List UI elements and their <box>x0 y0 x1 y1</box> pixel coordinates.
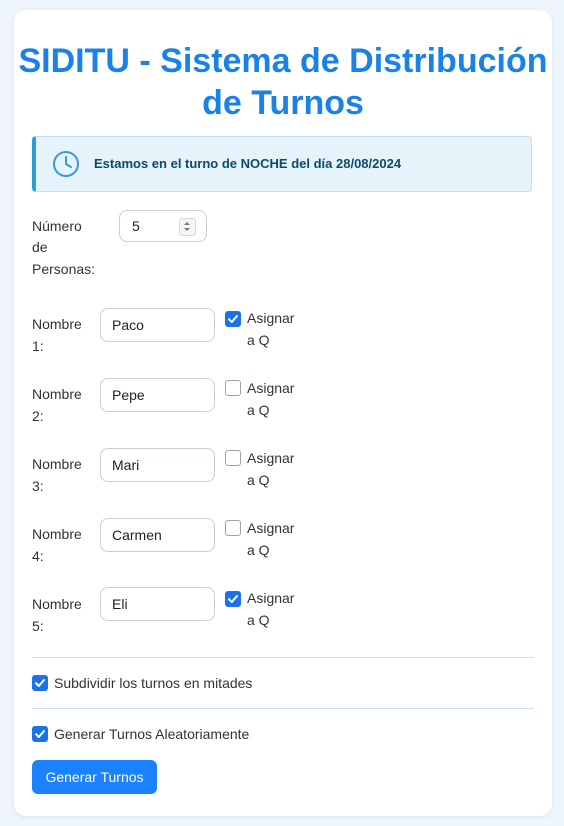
nombre-label-num: 2: <box>32 408 44 424</box>
divider <box>32 708 534 709</box>
nombre-label-num: 5: <box>32 618 44 634</box>
assign-q-label: a Q <box>247 542 270 558</box>
assign-q-label: Asignar <box>247 380 295 396</box>
num-personas-value: 5 <box>132 218 140 234</box>
assign-q-checkbox[interactable] <box>225 520 241 536</box>
checkmark-icon <box>228 595 238 603</box>
assign-q-label: Asignar <box>247 520 295 536</box>
divider <box>32 657 534 658</box>
nombre-value: Carmen <box>112 527 162 543</box>
nombre-label: Nombre <box>32 526 82 542</box>
checkmark-icon <box>35 730 45 738</box>
shift-alert: Estamos en el turno de NOCHE del día 28/… <box>32 136 532 192</box>
aleatorio-label: Generar Turnos Aleatoriamente <box>54 726 250 742</box>
nombre-input[interactable]: Eli <box>100 587 215 621</box>
nombre-input[interactable]: Paco <box>100 308 215 342</box>
assign-q-label: a Q <box>247 402 270 418</box>
nombre-value: Paco <box>112 317 144 333</box>
assign-q-label: Asignar <box>247 310 295 326</box>
assign-q-checkbox[interactable] <box>225 450 241 466</box>
num-personas-label-line: Número <box>32 218 82 234</box>
nombre-value: Eli <box>112 596 128 612</box>
num-personas-label-line: Personas: <box>32 261 96 277</box>
assign-q-label: a Q <box>247 332 270 348</box>
nombre-value: Mari <box>112 457 140 473</box>
aleatorio-checkbox[interactable] <box>32 726 48 742</box>
assign-q-label: Asignar <box>247 590 295 606</box>
nombre-label: Nombre <box>32 316 82 332</box>
page-title: SIDITU - Sistema de Distribución de Turn… <box>18 42 548 122</box>
clock-icon <box>53 151 79 177</box>
nombre-label: Nombre <box>32 456 82 472</box>
nombre-label: Nombre <box>32 596 82 612</box>
nombre-label-num: 1: <box>32 338 44 354</box>
nombre-input[interactable]: Pepe <box>100 378 215 412</box>
nombre-label: Nombre <box>32 386 82 402</box>
subdividir-label: Subdividir los turnos en mitades <box>54 675 253 691</box>
generar-turnos-button[interactable]: Generar Turnos <box>32 760 157 794</box>
assign-q-label: a Q <box>247 472 270 488</box>
subdividir-checkbox[interactable] <box>32 675 48 691</box>
number-spinner[interactable] <box>179 218 196 236</box>
num-personas-input[interactable]: 5 <box>119 210 207 242</box>
assign-q-checkbox[interactable] <box>225 591 241 607</box>
spinner-up-icon[interactable] <box>184 222 190 225</box>
assign-q-checkbox[interactable] <box>225 311 241 327</box>
nombre-input[interactable]: Mari <box>100 448 215 482</box>
nombre-label-num: 3: <box>32 478 44 494</box>
main-card: SIDITU - Sistema de Distribución de Turn… <box>14 10 552 816</box>
nombre-value: Pepe <box>112 387 145 403</box>
nombre-input[interactable]: Carmen <box>100 518 215 552</box>
spinner-down-icon[interactable] <box>184 228 190 231</box>
assign-q-checkbox[interactable] <box>225 380 241 396</box>
alert-message: Estamos en el turno de NOCHE del día 28/… <box>94 156 402 171</box>
assign-q-label: a Q <box>247 612 270 628</box>
nombre-label-num: 4: <box>32 548 44 564</box>
assign-q-label: Asignar <box>247 450 295 466</box>
checkmark-icon <box>228 315 238 323</box>
num-personas-label-line: de <box>32 239 48 255</box>
checkmark-icon <box>35 679 45 687</box>
